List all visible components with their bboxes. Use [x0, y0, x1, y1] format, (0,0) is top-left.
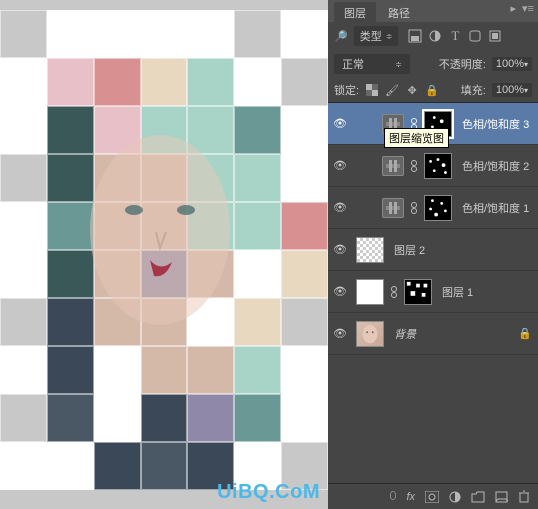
- tooltip: 图层缩览图: [384, 128, 449, 148]
- link-icon[interactable]: [388, 285, 400, 299]
- layer-name[interactable]: 色相/饱和度 2: [462, 158, 529, 174]
- image-filter-icon[interactable]: [408, 29, 422, 43]
- document-canvas[interactable]: UiBQ.CoM: [0, 0, 328, 509]
- link-icon[interactable]: [408, 201, 420, 215]
- visibility-toggle[interactable]: 👁: [328, 201, 352, 214]
- lock-transparency-icon[interactable]: [365, 83, 379, 97]
- chevron-down-icon: ▾: [524, 86, 528, 95]
- layer-thumb[interactable]: [356, 237, 384, 263]
- chevron-down-icon: ▾: [524, 60, 528, 69]
- visibility-toggle[interactable]: 👁: [328, 159, 352, 172]
- link-layers-icon[interactable]: ⬯: [390, 490, 397, 503]
- panel-tabs: 图层 路径: [328, 0, 538, 22]
- blend-mode-value: 正常: [342, 56, 364, 72]
- panel-collapse-icon[interactable]: ▸: [511, 2, 517, 15]
- filter-kind-label: 类型: [360, 28, 382, 44]
- visibility-toggle[interactable]: 👁: [328, 285, 352, 298]
- lock-icon: 🔒: [518, 327, 532, 340]
- fill-value[interactable]: 100% ▾: [492, 83, 532, 97]
- type-filter-icon[interactable]: T: [448, 29, 462, 43]
- link-icon[interactable]: [408, 159, 420, 173]
- lock-label: 锁定:: [334, 82, 359, 98]
- adjustment-thumb[interactable]: [382, 156, 404, 176]
- lock-all-icon[interactable]: 🔒: [425, 83, 439, 97]
- delete-layer-icon[interactable]: [518, 490, 530, 503]
- mask-thumb[interactable]: [424, 195, 452, 221]
- layer-name[interactable]: 图层 1: [442, 284, 473, 300]
- layers-panel: ▸ ▾≡ 图层 路径 🔎 类型 ≑ T 正常 ≑ 不透明度: 100% ▾: [328, 0, 538, 509]
- watermark: UiBQ.CoM: [217, 481, 320, 504]
- layer-thumb[interactable]: [356, 279, 384, 305]
- new-adjustment-icon[interactable]: [449, 491, 461, 503]
- layer-name[interactable]: 色相/饱和度 1: [462, 200, 529, 216]
- adjustment-filter-icon[interactable]: [428, 29, 442, 43]
- opacity-label: 不透明度:: [439, 56, 486, 72]
- layer-thumb[interactable]: [356, 321, 384, 347]
- mask-thumb[interactable]: [424, 153, 452, 179]
- layer-row[interactable]: 👁 图层 2: [328, 229, 538, 271]
- adjustment-thumb[interactable]: [382, 198, 404, 218]
- lock-row: 锁定: 🖌 ✥ 🔒 填充: 100% ▾: [328, 78, 538, 103]
- add-mask-icon[interactable]: [425, 491, 439, 503]
- chevron-down-icon: ≑: [386, 32, 393, 41]
- search-icon[interactable]: 🔎: [334, 30, 348, 43]
- blend-row: 正常 ≑ 不透明度: 100% ▾: [328, 50, 538, 78]
- blend-mode-select[interactable]: 正常 ≑: [334, 54, 410, 74]
- visibility-toggle[interactable]: 👁: [328, 327, 352, 340]
- shape-filter-icon[interactable]: [468, 29, 482, 43]
- visibility-toggle[interactable]: 👁: [328, 117, 352, 130]
- fill-label: 填充:: [461, 82, 486, 98]
- layer-row[interactable]: 👁 图层 1: [328, 271, 538, 313]
- visibility-toggle[interactable]: 👁: [328, 243, 352, 256]
- mask-thumb[interactable]: [404, 279, 432, 305]
- layer-row[interactable]: 👁 色相/饱和度 2: [328, 145, 538, 187]
- opacity-value[interactable]: 100% ▾: [492, 57, 532, 71]
- tab-paths[interactable]: 路径: [378, 2, 420, 22]
- layer-name[interactable]: 背景: [394, 326, 416, 342]
- new-group-icon[interactable]: [471, 491, 485, 503]
- panel-menu-icon[interactable]: ▾≡: [522, 2, 534, 15]
- portrait-overlay: [60, 110, 260, 390]
- tab-layers[interactable]: 图层: [334, 2, 376, 22]
- layers-list: 👁 色相/饱和度 3 👁 色相/饱和度 2 👁: [328, 103, 538, 483]
- smart-filter-icon[interactable]: [488, 29, 502, 43]
- layer-name[interactable]: 图层 2: [394, 242, 425, 258]
- layer-row[interactable]: 👁 背景 🔒: [328, 313, 538, 355]
- fx-icon[interactable]: fx: [406, 491, 415, 503]
- filter-kind-select[interactable]: 类型 ≑: [354, 26, 399, 46]
- layer-filter-row: 🔎 类型 ≑ T: [328, 22, 538, 50]
- layer-row[interactable]: 👁 色相/饱和度 1: [328, 187, 538, 229]
- layer-name[interactable]: 色相/饱和度 3: [462, 116, 529, 132]
- lock-image-icon[interactable]: 🖌: [385, 83, 399, 97]
- lock-position-icon[interactable]: ✥: [405, 83, 419, 97]
- layers-bottom-toolbar: ⬯ fx: [328, 483, 538, 509]
- chevron-down-icon: ≑: [395, 60, 402, 69]
- new-layer-icon[interactable]: [495, 491, 508, 503]
